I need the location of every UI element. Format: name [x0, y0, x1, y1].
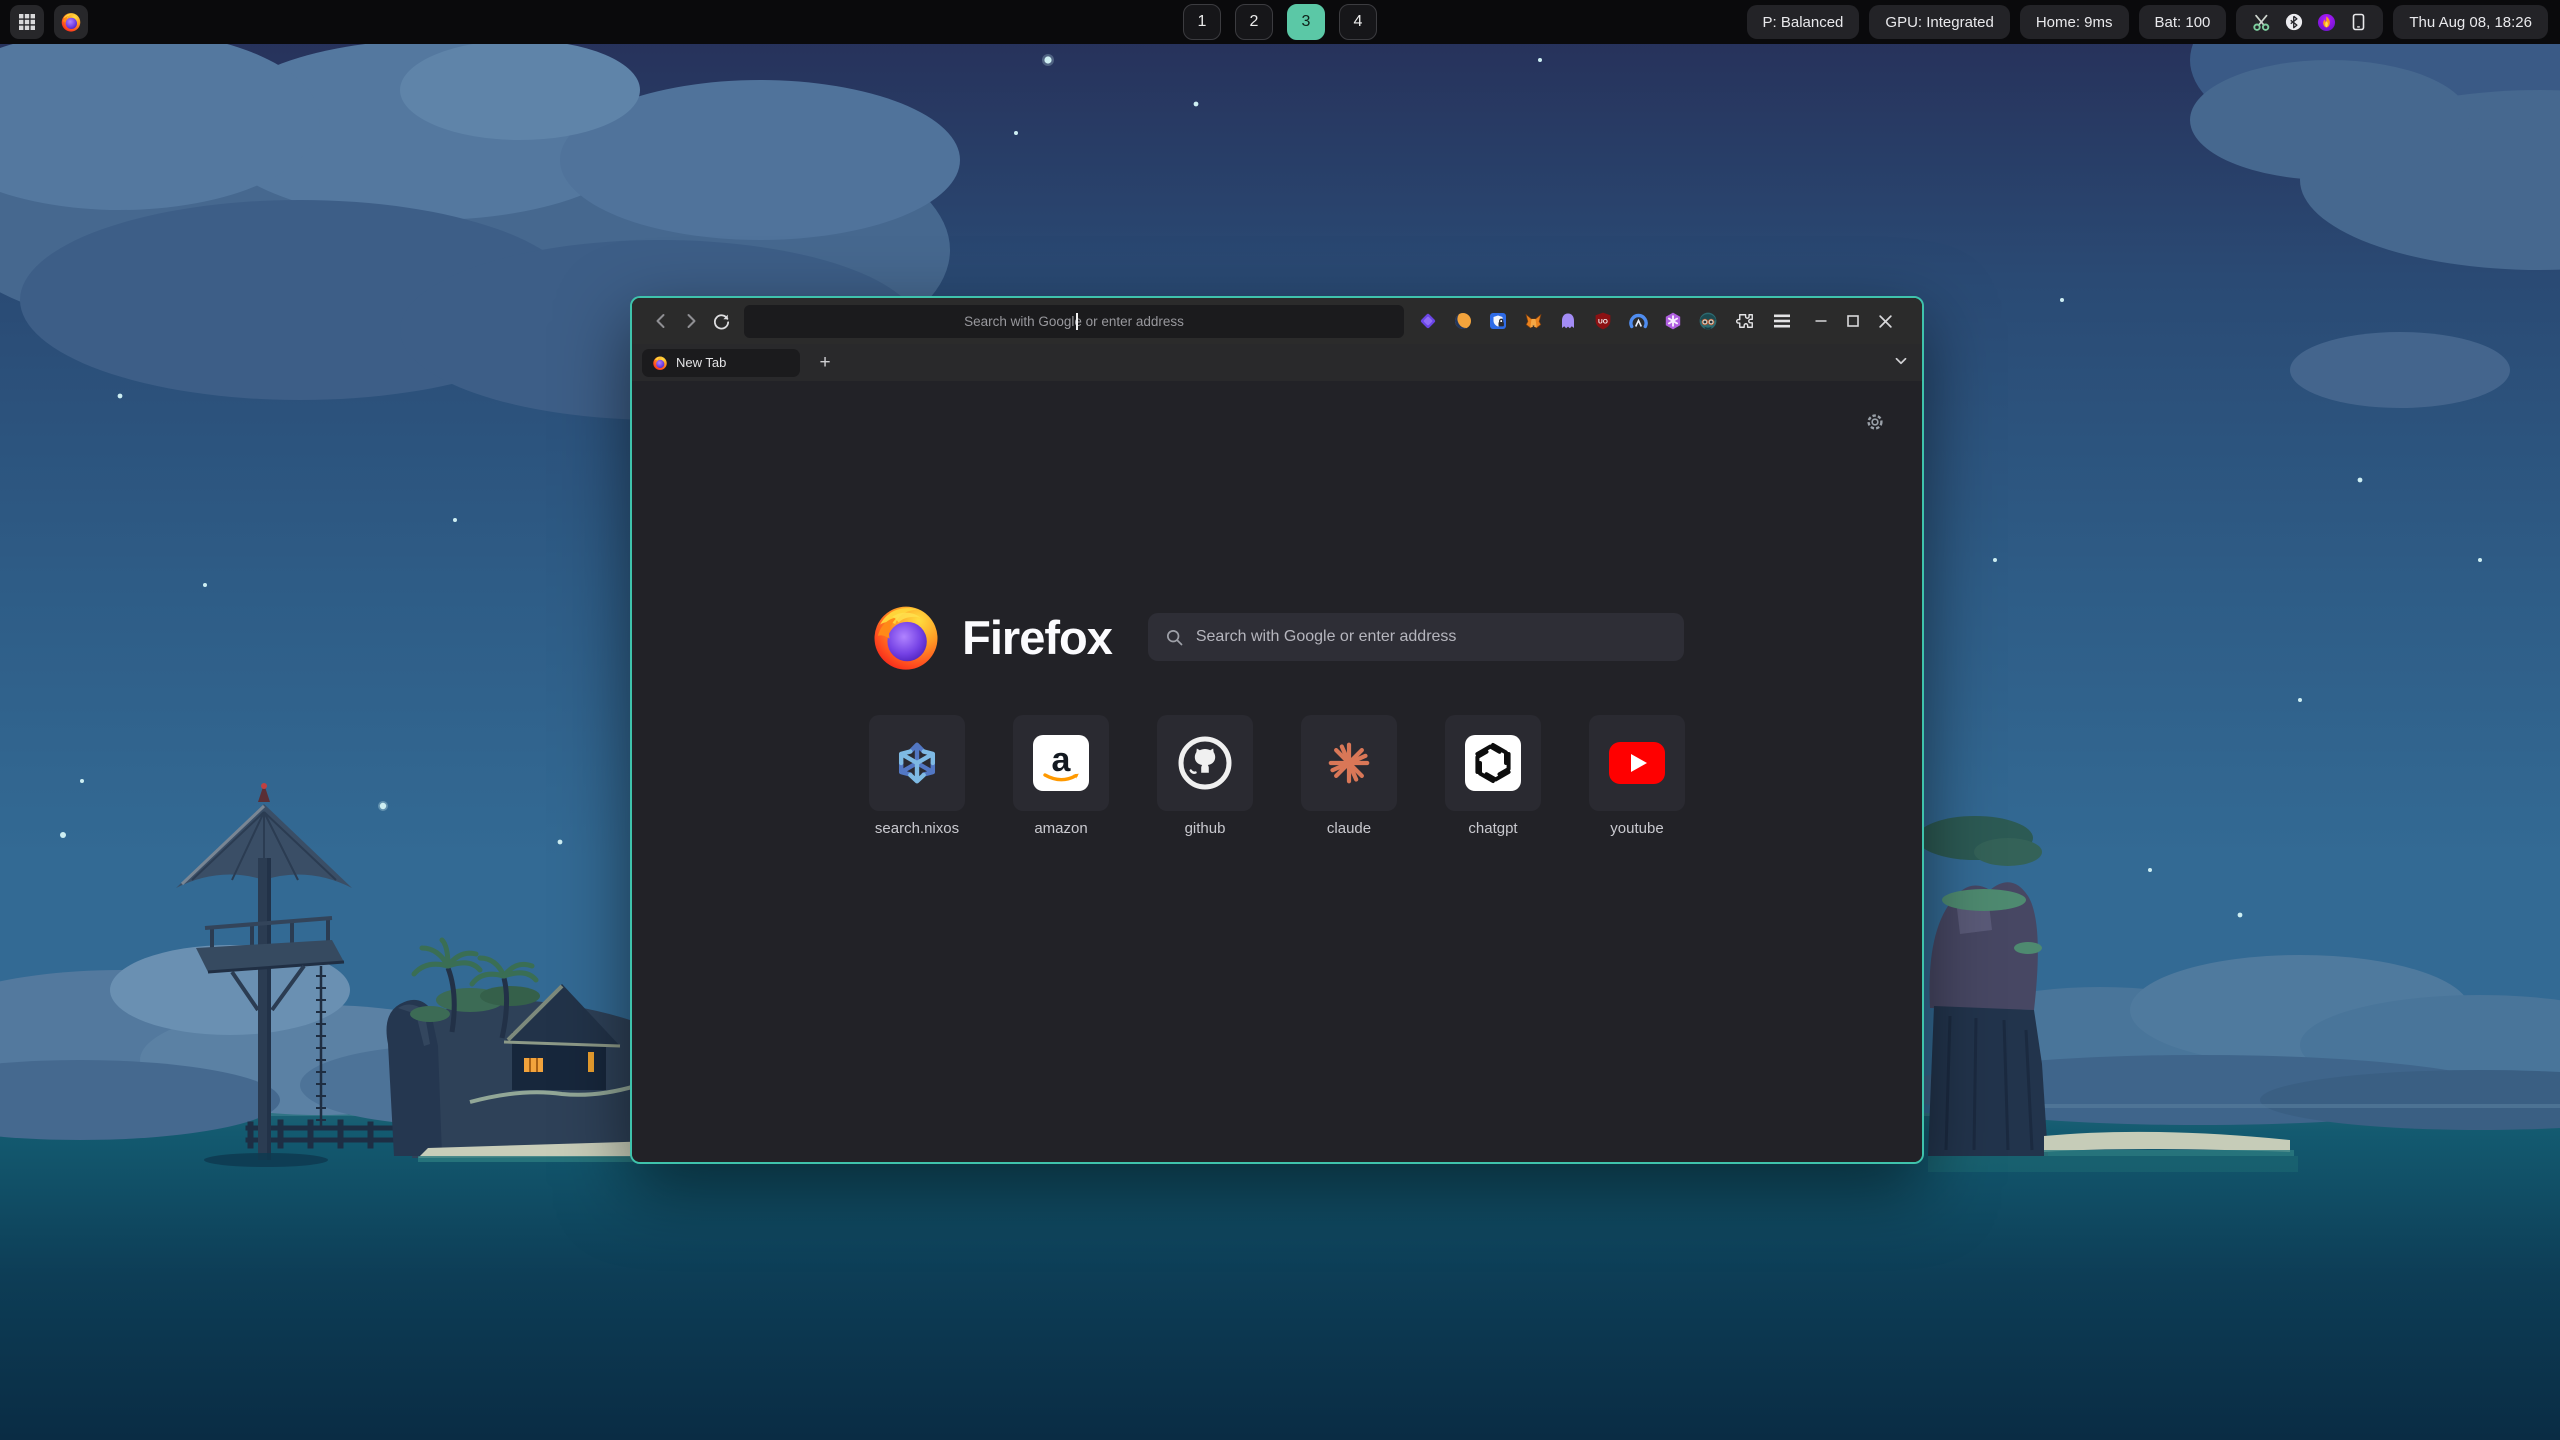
app-launcher-button[interactable] — [10, 5, 44, 39]
flame-icon[interactable] — [2317, 13, 2336, 32]
shortcut-youtube[interactable]: youtube — [1589, 715, 1685, 837]
shortcut-label: claude — [1327, 820, 1371, 837]
github-octocat-icon — [1177, 735, 1233, 791]
firefox-icon — [60, 11, 82, 33]
firefox-wordmark: Firefox — [962, 610, 1112, 665]
newtab-hero: Firefox Search with Google or enter addr… — [632, 601, 1922, 673]
shortcut-label: chatgpt — [1468, 820, 1517, 837]
close-button[interactable] — [1874, 310, 1896, 332]
extension-ublock-shield-icon[interactable]: UO — [1591, 309, 1615, 333]
power-profile-pill[interactable]: P: Balanced — [1747, 5, 1860, 39]
extension-orange-moon-icon[interactable] — [1451, 309, 1475, 333]
extension-goggles-face-icon[interactable] — [1696, 309, 1720, 333]
list-all-tabs-button[interactable] — [1892, 352, 1910, 375]
newtab-search-input[interactable]: Search with Google or enter address — [1148, 613, 1684, 661]
shortcut-label: youtube — [1610, 820, 1663, 837]
taskbar: 1 2 3 4 P: Balanced GPU: Integrated Home… — [0, 0, 2560, 44]
firefox-favicon — [652, 355, 668, 371]
minimize-button[interactable] — [1810, 310, 1832, 332]
amazon-letter: a — [1052, 741, 1072, 779]
url-bar-placeholder: Search with Google or enter address — [964, 314, 1184, 329]
firefox-window: Search with Google or enter address — [630, 296, 1924, 1164]
shortcut-tiles: search.nixos a amazon — [632, 715, 1922, 837]
maximize-button[interactable] — [1842, 310, 1864, 332]
shortcut-amazon[interactable]: a amazon — [1013, 715, 1109, 837]
latency-label: Home: 9ms — [2036, 14, 2113, 31]
shortcut-label: search.nixos — [875, 820, 959, 837]
workspace-4[interactable]: 4 — [1339, 4, 1377, 40]
battery-pill[interactable]: Bat: 100 — [2139, 5, 2227, 39]
desktop: 1 2 3 4 P: Balanced GPU: Integrated Home… — [0, 0, 2560, 1440]
firefox-launcher-button[interactable] — [54, 5, 88, 39]
ublock-badge-text: UO — [1598, 319, 1608, 326]
extension-blue-shield-lock-icon[interactable] — [1486, 309, 1510, 333]
tab-bar: New Tab + — [632, 344, 1922, 381]
window-controls — [1810, 310, 1896, 332]
shortcut-label: github — [1185, 820, 1226, 837]
back-button[interactable] — [646, 306, 676, 336]
shortcut-search-nixos[interactable]: search.nixos — [869, 715, 965, 837]
clock-pill[interactable]: Thu Aug 08, 18:26 — [2393, 5, 2548, 39]
shortcut-chatgpt[interactable]: chatgpt — [1445, 715, 1541, 837]
extension-blue-arc-icon[interactable] — [1626, 309, 1650, 333]
bluetooth-icon[interactable] — [2285, 13, 2303, 31]
workspace-switcher: 1 2 3 4 — [1183, 4, 1377, 40]
workspace-2[interactable]: 2 — [1235, 4, 1273, 40]
personalize-gear-button[interactable] — [1864, 411, 1886, 438]
workspace-1[interactable]: 1 — [1183, 4, 1221, 40]
shortcut-claude[interactable]: claude — [1301, 715, 1397, 837]
shortcut-github[interactable]: github — [1157, 715, 1253, 837]
new-tab-button[interactable]: + — [812, 350, 838, 376]
amazon-icon: a — [1033, 735, 1089, 791]
extension-fox-icon[interactable] — [1521, 309, 1545, 333]
scissors-icon[interactable] — [2252, 13, 2271, 32]
extension-toolbar: UO — [1416, 309, 1720, 333]
firefox-logo — [870, 601, 942, 673]
gpu-label: GPU: Integrated — [1885, 14, 1993, 31]
search-icon — [1165, 628, 1184, 647]
claude-starburst-icon — [1326, 740, 1372, 786]
extensions-puzzle-button[interactable] — [1734, 309, 1758, 333]
extension-purple-diamond-icon[interactable] — [1416, 309, 1440, 333]
youtube-play-icon — [1609, 742, 1665, 784]
latency-pill[interactable]: Home: 9ms — [2020, 5, 2129, 39]
power-profile-label: P: Balanced — [1763, 14, 1844, 31]
shortcut-label: amazon — [1034, 820, 1087, 837]
reload-button[interactable] — [706, 306, 736, 336]
clock-label: Thu Aug 08, 18:26 — [2409, 14, 2532, 31]
phone-icon[interactable] — [2350, 13, 2367, 31]
battery-label: Bat: 100 — [2155, 14, 2211, 31]
url-bar-input[interactable]: Search with Google or enter address — [744, 305, 1404, 338]
gpu-pill[interactable]: GPU: Integrated — [1869, 5, 2009, 39]
navigation-toolbar: Search with Google or enter address — [632, 298, 1922, 344]
text-caret — [1076, 313, 1078, 330]
newtab-search-placeholder: Search with Google or enter address — [1196, 628, 1457, 646]
workspace-3-active[interactable]: 3 — [1287, 4, 1325, 40]
extension-hex-asterisk-icon[interactable] — [1661, 309, 1685, 333]
app-menu-hamburger-button[interactable] — [1770, 309, 1794, 333]
grid-icon — [18, 13, 36, 31]
extension-ghost-icon[interactable] — [1556, 309, 1580, 333]
tab-title: New Tab — [676, 355, 726, 370]
tab-new-tab[interactable]: New Tab — [642, 349, 800, 377]
nix-snowflake-icon — [894, 740, 940, 786]
openai-knot-icon — [1465, 735, 1521, 791]
forward-button[interactable] — [676, 306, 706, 336]
new-tab-page: Firefox Search with Google or enter addr… — [632, 381, 1922, 1162]
system-tray — [2236, 5, 2383, 39]
